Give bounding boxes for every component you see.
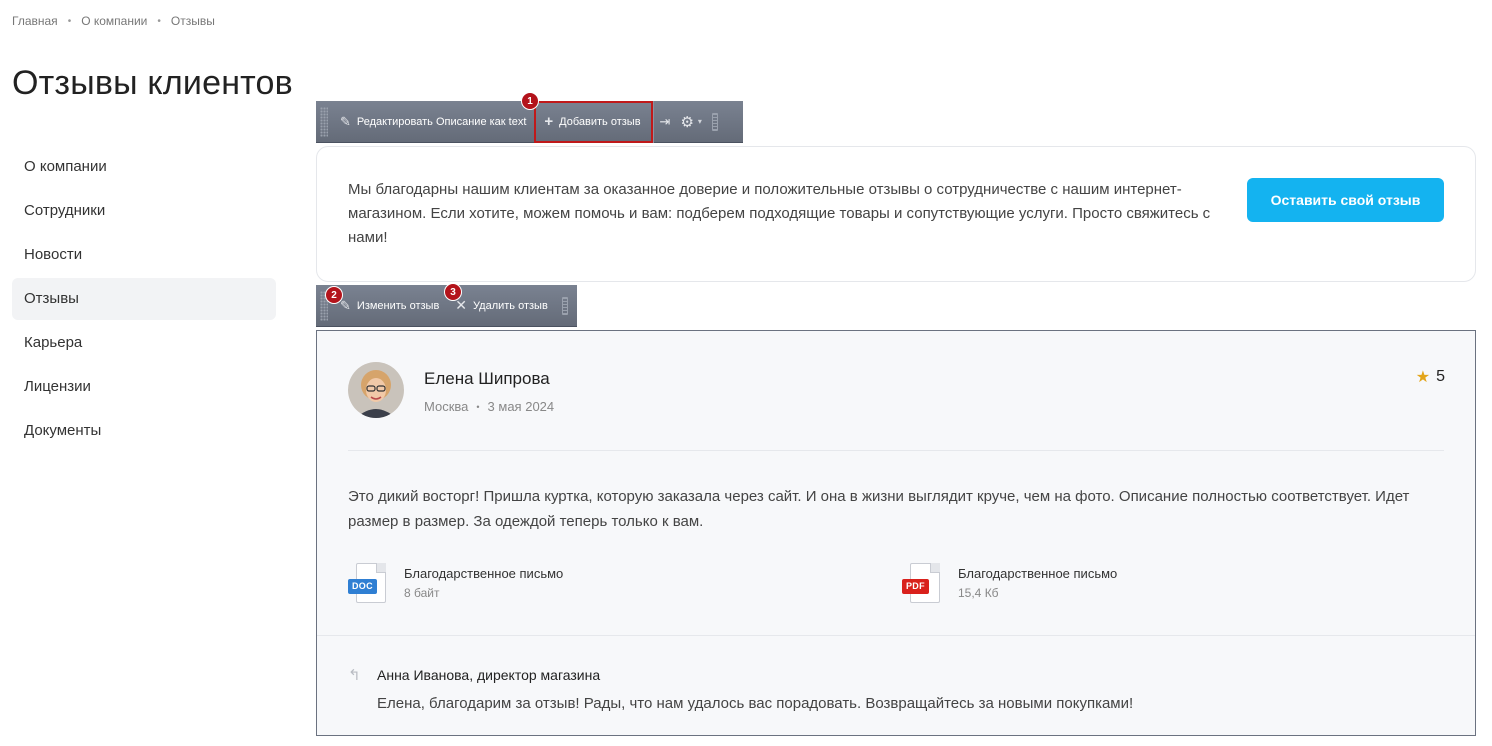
pin-button[interactable]: ⇥ [654,101,677,143]
settings-button[interactable]: ⚙ ▾ [676,101,705,143]
review-answer: ↰ Анна Иванова, директор магазина Елена,… [317,635,1475,735]
pencil-icon: ✎ [340,113,351,129]
sidebar-item-licenses[interactable]: Лицензии [12,366,276,408]
answer-author: Анна Иванова, директор магазина [377,667,601,683]
leave-review-button[interactable]: Оставить свой отзыв [1247,178,1444,222]
file-name: Благодарственное письмо [958,566,1118,581]
pin-icon: ⇥ [659,113,671,129]
attachment-pdf[interactable]: PDF Благодарственное письмо 15,4 Кб [902,563,1117,605]
chevron-down-icon: ▾ [697,117,702,126]
star-icon: ★ [1415,369,1431,386]
review-rating: ★ 5 [1416,367,1445,387]
step-badge-3: 3 [444,283,462,301]
sidebar-item-documents[interactable]: Документы [12,410,276,452]
step-badge-2: 2 [325,286,343,304]
review-date: 3 мая 2024 [487,399,555,414]
meta-separator: • [476,401,480,412]
add-review-button[interactable]: + Добавить отзыв [534,100,653,143]
toolbar-end-grip-icon[interactable] [561,296,568,315]
plus-icon: + [544,113,554,130]
sidebar-item-staff[interactable]: Сотрудники [12,190,276,232]
breadcrumb-separator: • [67,15,72,27]
breadcrumb-separator: • [157,15,161,27]
pencil-icon: ✎ [340,297,351,313]
delete-review-button[interactable]: ✕ Удалить отзыв [447,285,556,327]
drag-handle-icon[interactable] [320,106,328,137]
sidebar-item-career[interactable]: Карьера [12,322,276,364]
review-meta: Москва • 3 мая 2024 [424,399,554,414]
add-review-label: Добавить отзыв [559,115,641,128]
step-badge-1: 1 [521,92,539,110]
doc-file-icon: DOC [348,563,386,605]
sidebar-item-about[interactable]: О компании [12,146,276,188]
gear-icon: ⚙ [680,113,694,131]
file-type-tag: PDF [902,579,929,594]
delete-review-label: Удалить отзыв [473,299,548,312]
answer-text: Елена, благодарим за отзыв! Рады, что на… [377,695,1134,712]
rating-value: 5 [1436,368,1445,385]
breadcrumb-home[interactable]: Главная [12,14,58,28]
sidebar-item-reviews[interactable]: Отзывы [12,278,276,320]
file-size: 15,4 Кб [958,586,999,600]
sidebar: О компании Сотрудники Новости Отзывы Кар… [12,146,276,454]
review-card: Елена Шипрова Москва • 3 мая 2024 ★ 5 Эт… [316,330,1476,736]
file-size: 8 байт [404,586,440,600]
sidebar-item-news[interactable]: Новости [12,234,276,276]
file-type-tag: DOC [348,579,377,594]
intro-text: Мы благодарны нашим клиентам за оказанно… [348,181,1211,246]
intro-card: Мы благодарны нашим клиентам за оказанно… [316,146,1476,282]
page-title: Отзывы клиентов [12,64,293,102]
toolbar-end-grip-icon[interactable] [711,112,718,131]
edit-description-label: Редактировать Описание как text [356,115,527,128]
edit-review-button[interactable]: ✎ Изменить отзыв [334,285,447,327]
breadcrumb: Главная • О компании • Отзывы [12,14,215,28]
review-city: Москва [424,399,469,414]
file-name: Благодарственное письмо [404,566,564,581]
breadcrumb-about[interactable]: О компании [81,14,147,28]
avatar [348,362,404,418]
review-text: Это дикий восторг! Пришла куртка, котору… [348,488,1410,530]
edit-review-label: Изменить отзыв [356,299,440,312]
breadcrumb-current[interactable]: Отзывы [171,14,215,28]
attachment-doc[interactable]: DOC Благодарственное письмо 8 байт [348,563,563,605]
pdf-file-icon: PDF [902,563,940,605]
edit-description-button[interactable]: ✎ Редактировать Описание как text [334,101,534,143]
review-author: Елена Шипрова [424,369,550,388]
divider [348,450,1444,451]
reply-arrow-icon: ↰ [348,667,361,684]
